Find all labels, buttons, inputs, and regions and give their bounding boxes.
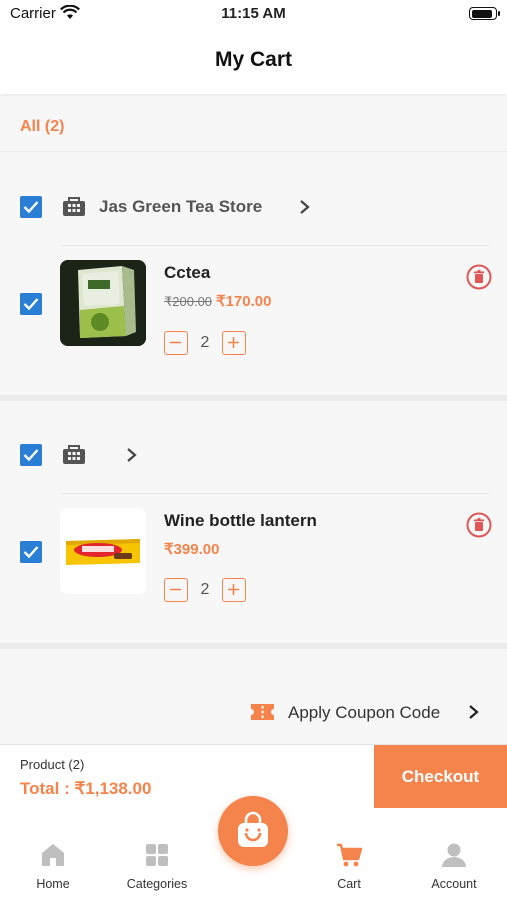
battery-icon xyxy=(469,7,500,20)
store-icon xyxy=(63,445,85,464)
apply-coupon-row[interactable]: Apply Coupon Code xyxy=(0,690,507,734)
store-checkbox[interactable] xyxy=(20,444,42,466)
select-all-label[interactable]: All (2) xyxy=(20,118,64,136)
select-all-row[interactable]: All (2) xyxy=(0,96,507,152)
tab-label: Home xyxy=(36,877,70,891)
divider xyxy=(62,493,489,494)
quantity-value: 2 xyxy=(200,334,210,351)
increase-quantity-button[interactable] xyxy=(222,331,246,355)
product-count: Product (2) xyxy=(20,757,85,772)
decrease-quantity-button[interactable] xyxy=(164,331,188,355)
tab-cart[interactable]: Cart xyxy=(299,808,399,900)
chevron-right-icon[interactable] xyxy=(468,704,480,720)
cart-total: Total : ₹1,138.00 xyxy=(20,779,152,798)
coupon-icon xyxy=(251,704,274,720)
sale-price: ₹399.00 xyxy=(164,541,220,558)
store-card: Jas Green Tea Store Cctea ₹200.00 ₹170.00… xyxy=(0,153,507,395)
checkout-button[interactable]: Checkout xyxy=(374,745,507,809)
chevron-right-icon[interactable] xyxy=(125,447,139,463)
delete-icon[interactable] xyxy=(466,512,492,538)
page-title: My Cart xyxy=(214,48,293,71)
original-price: ₹200.00 xyxy=(164,294,213,309)
account-icon xyxy=(442,843,466,867)
tab-label: Categories xyxy=(126,877,188,891)
tab-label: Cart xyxy=(337,877,361,891)
plus-icon xyxy=(228,337,239,348)
price-row: ₹200.00 ₹170.00 xyxy=(164,292,271,310)
product-name[interactable]: Wine bottle lantern xyxy=(164,511,317,531)
delete-icon[interactable] xyxy=(466,264,492,290)
minus-icon xyxy=(170,588,181,591)
store-icon xyxy=(63,197,85,216)
tab-label: Account xyxy=(431,877,477,891)
sale-price: ₹170.00 xyxy=(216,293,272,310)
quantity-value: 2 xyxy=(200,581,210,598)
plus-icon xyxy=(228,584,239,595)
store-checkbox[interactable] xyxy=(20,196,42,218)
shopping-bag-icon xyxy=(238,811,268,847)
tab-categories[interactable]: Categories xyxy=(107,808,207,900)
header: My Cart xyxy=(0,28,507,94)
categories-icon xyxy=(146,844,168,866)
item-checkbox[interactable] xyxy=(20,293,42,315)
cart-icon xyxy=(337,843,362,867)
chevron-right-icon[interactable] xyxy=(298,199,312,215)
tab-account[interactable]: Account xyxy=(404,808,504,900)
card-separator xyxy=(0,643,507,649)
store-name[interactable]: Jas Green Tea Store xyxy=(99,197,262,217)
product-name[interactable]: Cctea xyxy=(164,263,210,283)
product-image[interactable] xyxy=(60,260,146,346)
battery-level xyxy=(471,9,493,18)
decrease-quantity-button[interactable] xyxy=(164,578,188,602)
apply-coupon-label[interactable]: Apply Coupon Code xyxy=(288,703,440,723)
product-image[interactable] xyxy=(60,508,146,594)
center-shop-button[interactable] xyxy=(218,796,288,866)
tab-home[interactable]: Home xyxy=(3,808,103,900)
home-icon xyxy=(42,844,64,866)
clock: 11:15 AM xyxy=(221,5,286,22)
item-checkbox[interactable] xyxy=(20,541,42,563)
price-row: ₹399.00 xyxy=(164,540,219,558)
store-card: Wine bottle lantern ₹399.00 2 xyxy=(0,401,507,643)
status-bar: Carrier 11:15 AM xyxy=(0,0,507,28)
minus-icon xyxy=(170,341,181,344)
divider xyxy=(62,245,489,246)
increase-quantity-button[interactable] xyxy=(222,578,246,602)
